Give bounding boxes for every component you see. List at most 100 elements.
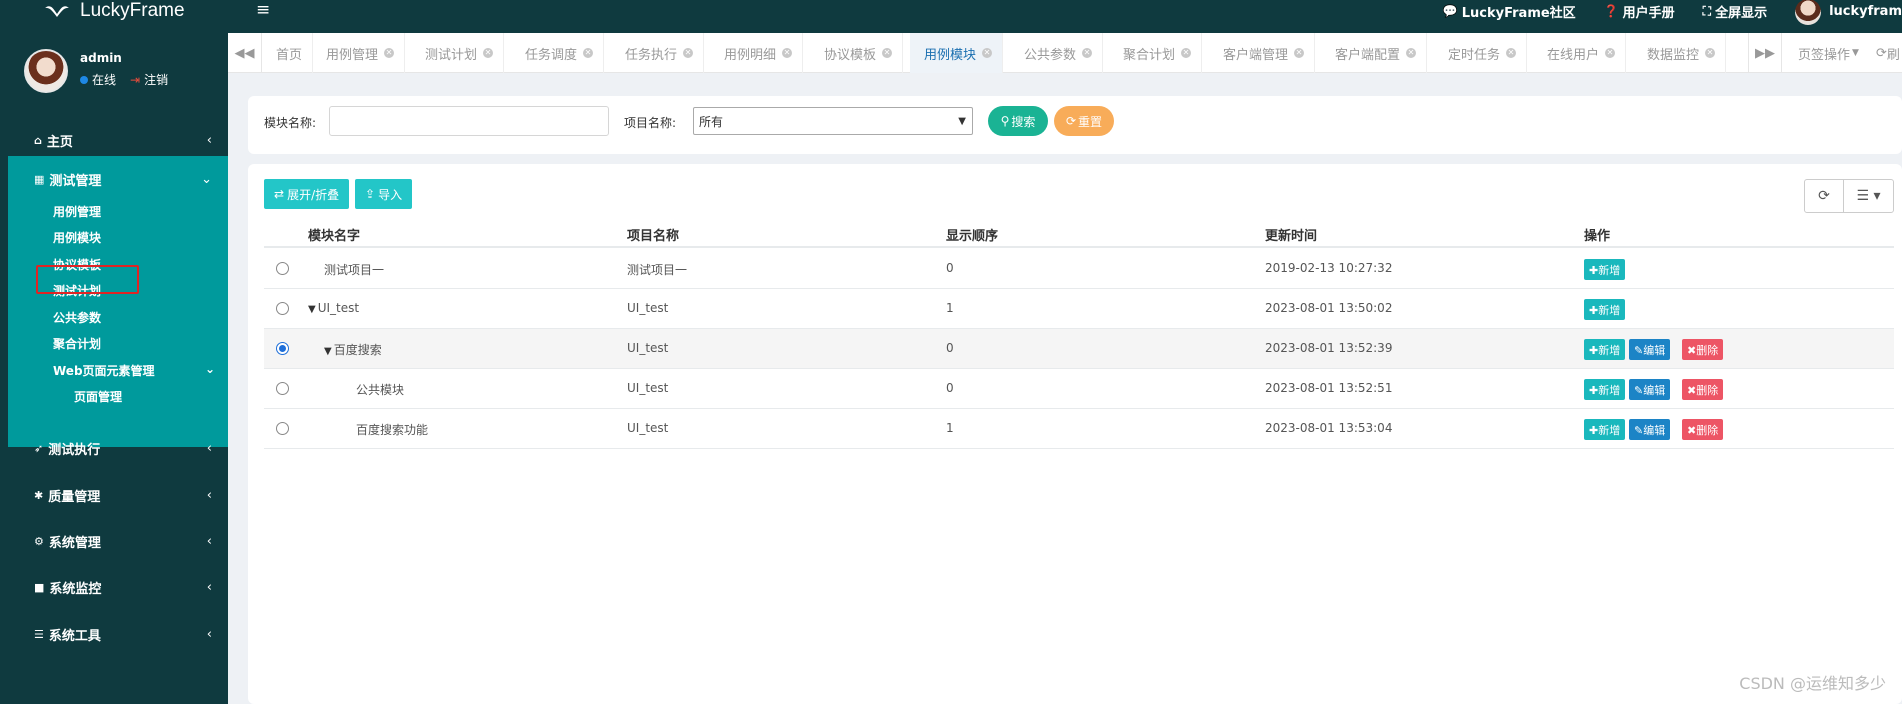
chevron-left-icon: ‹	[206, 440, 212, 456]
expand-collapse-button[interactable]: ⇄ 展开/折叠	[264, 179, 350, 209]
add-button[interactable]: ✚新增	[1584, 259, 1626, 280]
cell-display-order: 0	[946, 261, 954, 275]
tab-task-exec[interactable]: 任务执行 ✕	[611, 33, 705, 73]
cell-module-name: ▼ UI_test	[308, 301, 359, 315]
tab-label: 用例模块	[924, 47, 977, 63]
close-icon[interactable]: ✕	[982, 48, 993, 58]
row-radio[interactable]	[276, 422, 289, 435]
tab-public-params[interactable]: 公共参数 ✕	[1010, 33, 1104, 73]
table-row[interactable]: ▼ 百度搜索 UI_test 0 2023-08-01 13:52:39 ✚新增 …	[264, 329, 1894, 369]
row-radio[interactable]	[276, 262, 289, 275]
sidebar-item-monitor[interactable]: ■ 系统监控 ‹	[8, 564, 228, 610]
sidebar-item-system[interactable]: ⚙ 系统管理 ‹	[8, 518, 228, 564]
delete-button[interactable]: ✖删除	[1682, 339, 1724, 360]
add-button[interactable]: ✚新增	[1584, 419, 1626, 440]
tab-online-users[interactable]: 在线用户 ✕	[1533, 33, 1627, 73]
table-row[interactable]: 公共模块 UI_test 0 2023-08-01 13:52:51 ✚新增 ✎…	[264, 369, 1894, 409]
row-radio[interactable]	[276, 342, 289, 355]
delete-button[interactable]: ✖删除	[1682, 419, 1724, 440]
sidebar-group-test-mgmt: ▦ 测试管理 ⌄ 用例管理 用例模块 协议模板 测试计划 公共参数 聚合计划 W…	[8, 156, 228, 447]
close-icon[interactable]: ✕	[483, 48, 494, 58]
add-button[interactable]: ✚新增	[1584, 379, 1626, 400]
tab-case-mgmt[interactable]: 用例管理 ✕	[312, 33, 406, 73]
table-row[interactable]: 百度搜索功能 UI_test 1 2023-08-01 13:53:04 ✚新增…	[264, 409, 1894, 449]
tab-client-mgmt[interactable]: 客户端管理 ✕	[1209, 33, 1316, 73]
close-icon[interactable]: ✕	[1294, 48, 1305, 58]
cell-project-name: UI_test	[627, 341, 669, 355]
sidebar-item-quality[interactable]: ✱ 质量管理 ‹	[8, 472, 228, 518]
close-icon[interactable]: ✕	[1406, 48, 1417, 58]
tab-client-config[interactable]: 客户端配置 ✕	[1321, 33, 1428, 73]
tab-home[interactable]: 首页	[262, 33, 314, 73]
logout-link[interactable]: 注销	[144, 71, 168, 88]
app-logo[interactable]: LuckyFrame	[44, 0, 185, 22]
tab-data-monitor[interactable]: 数据监控 ✕	[1633, 33, 1727, 73]
logout-icon[interactable]: ⇥	[130, 73, 140, 87]
import-button[interactable]: ⇪ 导入	[355, 179, 413, 209]
col-module-name: 模块名字	[308, 229, 361, 244]
table-row[interactable]: ▼ UI_test UI_test 1 2023-08-01 13:50:02 ✚…	[264, 289, 1894, 329]
sidebar-item-tools[interactable]: ☰ 系统工具 ‹	[8, 611, 228, 657]
close-icon[interactable]: ✕	[1181, 48, 1192, 58]
edit-button[interactable]: ✎编辑	[1629, 379, 1671, 400]
columns-toggle-icon[interactable]: ☰ ▾	[1843, 180, 1893, 212]
close-icon[interactable]: ✕	[1082, 48, 1093, 58]
refresh-label: 刷	[1886, 47, 1900, 63]
tab-aggregate-plan[interactable]: 聚合计划 ✕	[1109, 33, 1203, 73]
close-icon[interactable]: ✕	[683, 48, 694, 58]
manual-link[interactable]: ❓ 用户手册	[1604, 2, 1675, 21]
top-user-menu[interactable]: luckyfram	[1795, 0, 1902, 25]
chevron-down-icon[interactable]: ▼	[324, 346, 332, 357]
comments-icon: 💬	[1442, 4, 1458, 18]
community-link[interactable]: 💬 LuckyFrame社区	[1443, 2, 1576, 21]
table-row[interactable]: 测试项目一 测试项目一 0 2019-02-13 10:27:32 ✚新增	[264, 249, 1894, 289]
tab-case-module[interactable]: 用例模块 ✕	[910, 33, 1004, 73]
sidebar-sub-case-mgmt[interactable]: 用例管理	[53, 203, 101, 220]
sidebar-sub-page-mgmt[interactable]: 页面管理	[74, 388, 122, 405]
edit-button[interactable]: ✎编辑	[1629, 419, 1671, 440]
module-name-input[interactable]	[329, 106, 609, 136]
avatar[interactable]	[24, 49, 68, 93]
close-icon[interactable]: ✕	[583, 48, 594, 58]
close-icon[interactable]: ✕	[1605, 48, 1616, 58]
chevron-left-icon: ‹	[206, 579, 212, 595]
tab-protocol-template[interactable]: 协议模板 ✕	[810, 33, 904, 73]
tab-scroll-right-icon[interactable]: ▶▶	[1748, 33, 1782, 73]
tab-task-schedule[interactable]: 任务调度 ✕	[511, 33, 605, 73]
sidebar-sub-case-module[interactable]: 用例模块	[53, 229, 101, 246]
tab-scroll-left-icon[interactable]: ◀◀	[228, 33, 262, 73]
refresh-icon[interactable]: ⟳	[1805, 180, 1843, 212]
menu-toggle-icon[interactable]: ≡	[256, 0, 270, 20]
tab-scheduled-tasks[interactable]: 定时任务 ✕	[1434, 33, 1528, 73]
reset-button[interactable]: ⟳ 重置	[1054, 106, 1114, 136]
sidebar-sub-aggregate-plan[interactable]: 聚合计划	[53, 335, 101, 352]
tab-test-plan[interactable]: 测试计划 ✕	[411, 33, 505, 73]
close-icon[interactable]: ✕	[882, 48, 893, 58]
page-ops-dropdown[interactable]: 页签操作 ▼	[1798, 33, 1859, 73]
edit-button[interactable]: ✎编辑	[1629, 339, 1671, 360]
close-icon[interactable]: ✕	[1506, 48, 1517, 58]
sidebar-sub-public-params[interactable]: 公共参数	[53, 309, 101, 326]
sidebar-item-test-mgmt[interactable]: ▦ 测试管理 ⌄	[8, 156, 228, 202]
user-panel: admin 在线 ⇥ 注销	[24, 49, 224, 99]
sidebar-item-test-exec[interactable]: ➶ 测试执行 ‹	[8, 425, 228, 471]
upload-icon: ⇪	[365, 187, 376, 201]
tab-bar: ◀◀ 首页 用例管理 ✕ 测试计划 ✕ 任务调度 ✕ 任务执行 ✕ 用例明细 ✕ 协议模板…	[228, 33, 1902, 73]
col-actions: 操作	[1584, 229, 1611, 244]
row-radio[interactable]	[276, 382, 289, 395]
refresh-tab-button[interactable]: ⟳ 刷	[1876, 33, 1900, 73]
sidebar-sub-web-elements[interactable]: Web页面元素管理	[53, 362, 155, 379]
fullscreen-link[interactable]: ⛶ 全屏显示	[1703, 2, 1767, 21]
project-select[interactable]: 所有 ▼	[693, 107, 973, 135]
search-button[interactable]: ⚲ 搜索	[988, 106, 1048, 136]
close-icon[interactable]: ✕	[384, 48, 395, 58]
add-button[interactable]: ✚新增	[1584, 339, 1626, 360]
tab-case-detail[interactable]: 用例明细 ✕	[710, 33, 804, 73]
close-icon[interactable]: ✕	[1705, 48, 1716, 58]
add-button[interactable]: ✚新增	[1584, 299, 1626, 320]
chevron-left-icon: ‹	[206, 487, 212, 503]
close-icon[interactable]: ✕	[782, 48, 793, 58]
delete-button[interactable]: ✖删除	[1682, 379, 1724, 400]
chevron-down-icon[interactable]: ▼	[308, 304, 316, 315]
row-radio[interactable]	[276, 302, 289, 315]
